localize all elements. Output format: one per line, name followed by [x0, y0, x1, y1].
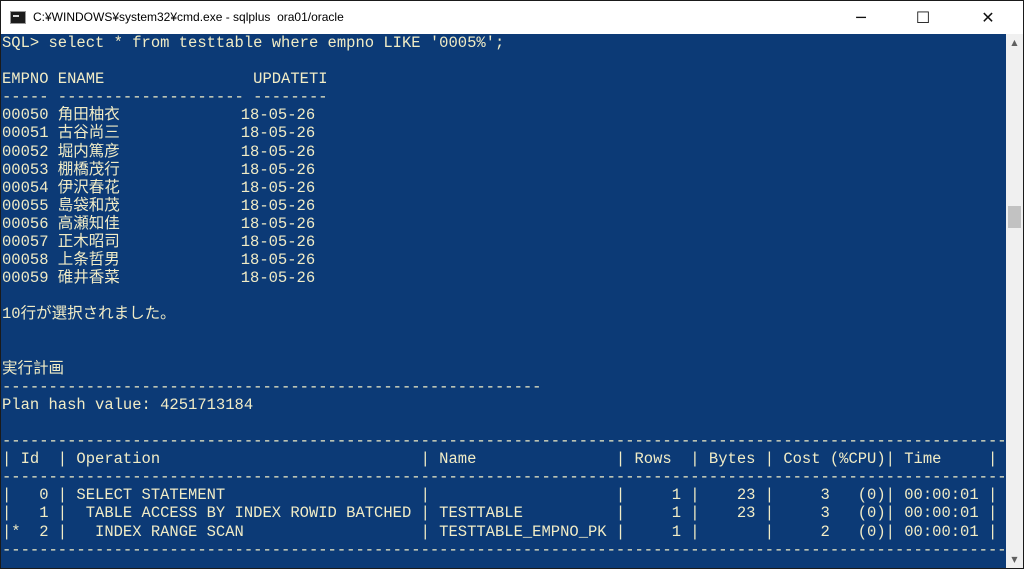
- console-line: 00053 棚橋茂行 18-05-26: [2, 160, 316, 179]
- console-line: 00050 角田柚衣 18-05-26: [2, 106, 316, 125]
- console-line: 00058 上条哲男 18-05-26: [2, 251, 316, 270]
- console-line: EMPNO ENAME UPDATETI: [2, 70, 328, 89]
- minimize-button[interactable]: ─: [838, 1, 884, 34]
- console-line: 00054 伊沢春花 18-05-26: [2, 178, 316, 197]
- maximize-button[interactable]: ☐: [900, 1, 946, 34]
- console-line: ----- -------------------- --------: [2, 88, 328, 107]
- title-bar[interactable]: C:¥WINDOWS¥system32¥cmd.exe - sqlplus or…: [1, 1, 1023, 34]
- vertical-scrollbar[interactable]: ▲ ▼: [1006, 34, 1023, 568]
- console-line: | Id | Operation | Name | Rows | Bytes |…: [2, 450, 998, 469]
- console-line: 10行が選択されました。: [2, 305, 176, 324]
- console-line: 00059 碓井香菜 18-05-26: [2, 269, 316, 288]
- console-line: ----------------------------------------…: [2, 540, 1006, 559]
- console-window: C:¥WINDOWS¥system32¥cmd.exe - sqlplus or…: [0, 0, 1024, 569]
- console-app-icon[interactable]: [10, 11, 26, 24]
- console-line: 00056 高瀬知佳 18-05-26: [2, 214, 316, 233]
- console-line: 00052 堀内篤彦 18-05-26: [2, 142, 316, 161]
- console-line: | 0 | SELECT STATEMENT | | 1 | 23 | 3 (0…: [2, 486, 998, 505]
- console-line: |* 2 | INDEX RANGE SCAN | TESTTABLE_EMPN…: [2, 522, 998, 541]
- console-line: SQL> select * from testtable where empno…: [2, 34, 505, 52]
- console-line: | 1 | TABLE ACCESS BY INDEX ROWID BATCHE…: [2, 504, 998, 523]
- scroll-thumb[interactable]: [1008, 206, 1021, 228]
- console-line: 実行計画: [2, 359, 65, 378]
- console-line: ----------------------------------------…: [2, 468, 1006, 487]
- console-line: ----------------------------------------…: [2, 432, 1006, 451]
- console-line: 00055 島袋和茂 18-05-26: [2, 196, 316, 215]
- scroll-up-icon[interactable]: ▲: [1006, 34, 1023, 51]
- console-line: Plan hash value: 4251713184: [2, 395, 254, 414]
- window-title: C:¥WINDOWS¥system32¥cmd.exe - sqlplus or…: [33, 10, 344, 24]
- close-button[interactable]: ✕: [965, 1, 1011, 34]
- console-line: 00057 正木昭司 18-05-26: [2, 233, 316, 252]
- console-lines: SQL> select * from testtable where empno…: [2, 34, 1006, 559]
- console-line: ----------------------------------------…: [2, 377, 542, 396]
- console-output-area[interactable]: SQL> select * from testtable where empno…: [1, 34, 1006, 568]
- console-line: 00051 古谷尚三 18-05-26: [2, 124, 316, 143]
- scroll-down-icon[interactable]: ▼: [1006, 551, 1023, 568]
